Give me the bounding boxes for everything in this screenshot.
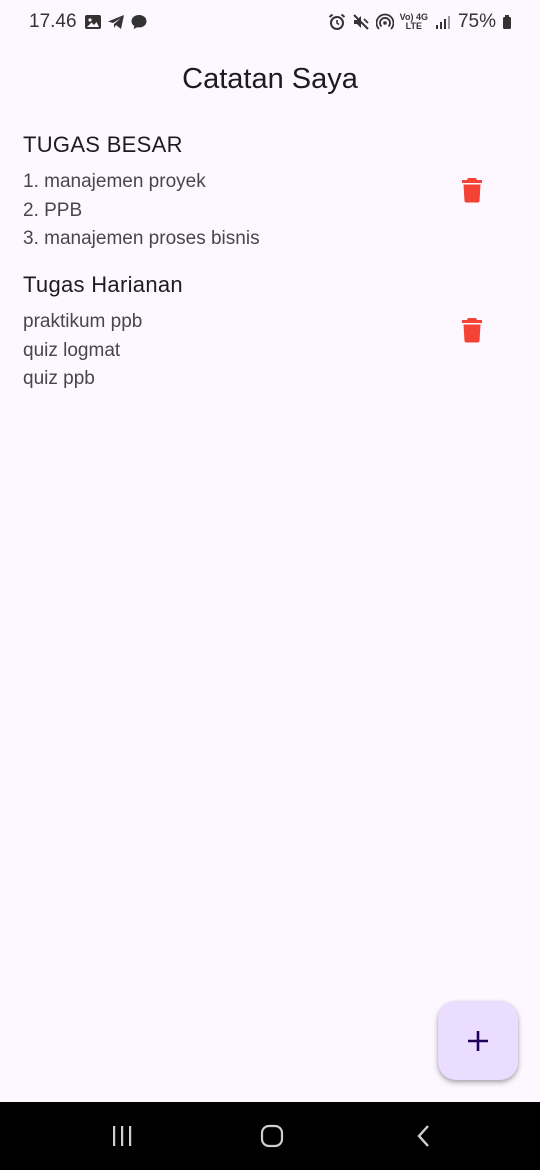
alarm-icon: [328, 13, 346, 31]
page-title: Catatan Saya: [182, 62, 358, 95]
recent-apps-button[interactable]: [104, 1120, 140, 1152]
status-notification-icons: [84, 13, 148, 31]
battery-icon: [502, 13, 512, 31]
note-item[interactable]: TUGAS BESAR 1. manajemen proyek 2. PPB 3…: [0, 128, 540, 268]
mute-icon: [352, 13, 370, 31]
signal-icon: [434, 13, 452, 31]
trash-icon: [462, 178, 482, 203]
telegram-icon: [107, 13, 125, 31]
add-note-button[interactable]: [438, 1001, 518, 1080]
battery-percentage: 75%: [457, 11, 496, 32]
app-bar: Catatan Saya: [0, 44, 540, 114]
hotspot-icon: [375, 13, 395, 31]
status-system-icons: Vo) 4G LTE 75%: [328, 11, 512, 33]
delete-note-button[interactable]: [450, 308, 494, 352]
network-type: Vo) 4G LTE: [400, 13, 428, 31]
back-icon: [417, 1125, 429, 1147]
status-time: 17.46: [29, 11, 77, 32]
home-button[interactable]: [254, 1120, 290, 1152]
delete-note-button[interactable]: [450, 168, 494, 212]
home-icon: [260, 1124, 284, 1148]
network-type-bottom: LTE: [405, 21, 422, 31]
system-nav-bar: [0, 1102, 540, 1170]
recent-apps-icon: [113, 1126, 132, 1146]
note-title: TUGAS BESAR: [23, 132, 183, 157]
note-item[interactable]: Tugas Harianan praktikum ppb quiz logmat…: [0, 268, 540, 408]
notes-list: TUGAS BESAR 1. manajemen proyek 2. PPB 3…: [0, 128, 540, 408]
trash-icon: [462, 318, 482, 343]
chat-icon: [130, 13, 148, 31]
image-icon: [84, 13, 102, 31]
back-button[interactable]: [406, 1120, 442, 1152]
plus-icon: [468, 1030, 488, 1051]
status-bar: 17.46 Vo) 4G LTE 75%: [0, 0, 540, 44]
note-content: 1. manajemen proyek 2. PPB 3. manajemen …: [23, 171, 260, 249]
note-content: praktikum ppb quiz logmat quiz ppb: [23, 311, 143, 389]
note-title: Tugas Harianan: [23, 272, 183, 297]
